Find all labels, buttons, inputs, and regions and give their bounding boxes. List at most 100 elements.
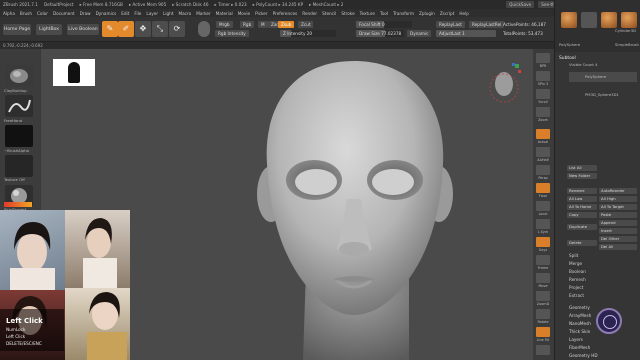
persp-button[interactable] — [536, 165, 550, 175]
alpha-selector[interactable] — [5, 125, 33, 147]
nanomesh-section[interactable]: NanoMesh — [569, 321, 591, 326]
menu-zscript[interactable]: Zscript — [440, 11, 455, 16]
subtool-title[interactable]: Subtool — [559, 56, 576, 61]
texture-selector[interactable] — [5, 155, 33, 177]
all-low-button[interactable]: All Low — [567, 196, 597, 202]
remesh-menu[interactable]: Remesh — [569, 277, 586, 282]
scroll-button[interactable] — [536, 89, 550, 99]
rename-button[interactable]: Rename — [567, 188, 597, 194]
del-all-button[interactable]: Del All — [599, 244, 637, 250]
gxyz-button[interactable] — [536, 237, 550, 247]
quicksave-button[interactable]: QuickSave — [506, 1, 535, 8]
arraymesh-section[interactable]: ArrayMesh — [569, 313, 591, 318]
thick-skin-section[interactable]: Thick Skin — [569, 329, 590, 334]
color-gradient-swatch[interactable] — [4, 202, 32, 207]
aahalf-button[interactable] — [536, 147, 550, 157]
paste-button[interactable]: Paste — [599, 212, 637, 218]
geometry-hd-section[interactable]: Geometry HD — [569, 353, 598, 358]
subtool-item-active[interactable]: PolySphere — [569, 72, 637, 82]
menu-dynamics[interactable]: Dynamics — [96, 11, 117, 16]
new-folder-button[interactable]: New Folder — [567, 173, 597, 179]
extract-menu[interactable]: Extract — [569, 293, 584, 298]
move-mode-button[interactable]: ✥ — [135, 21, 151, 37]
zsub-toggle[interactable]: Zsub — [278, 21, 295, 28]
del-other-button[interactable]: Del Other — [599, 236, 637, 242]
menu-tool[interactable]: Tool — [380, 11, 388, 16]
zoom-button[interactable] — [536, 107, 550, 117]
home-page-button[interactable]: Home Page — [3, 24, 31, 35]
polysphere-thumbnail-2[interactable] — [601, 12, 617, 28]
actual-button[interactable] — [536, 129, 550, 139]
rgb-toggle[interactable]: Rgb — [240, 21, 255, 28]
draw-mode-button[interactable]: ✐ — [118, 21, 134, 37]
frame-button[interactable] — [536, 255, 550, 265]
menu-draw[interactable]: Draw — [80, 11, 91, 16]
all-to-home-button[interactable]: All To Home — [567, 204, 597, 210]
menu-help[interactable]: Help — [459, 11, 469, 16]
layers-section[interactable]: Layers — [569, 337, 583, 342]
rotate-mode-button[interactable]: ⟳ — [169, 21, 185, 37]
scale-mode-button[interactable]: ⤡ — [152, 21, 168, 37]
local-button[interactable] — [536, 201, 550, 211]
append-button[interactable]: Append — [599, 220, 637, 226]
geometry-section[interactable]: Geometry — [569, 305, 590, 310]
menu-stencil[interactable]: Stencil — [322, 11, 336, 16]
menu-movie[interactable]: Movie — [238, 11, 250, 16]
spix-button[interactable] — [536, 71, 550, 81]
move-view-button[interactable] — [536, 273, 550, 283]
replay-last-button[interactable]: ReplayLast — [436, 21, 465, 28]
m-toggle[interactable]: M — [258, 21, 268, 28]
polyf-button[interactable] — [536, 345, 550, 355]
menu-document[interactable]: Document — [53, 11, 75, 16]
split-menu[interactable]: Split — [569, 253, 578, 258]
subtool-item[interactable]: PM3D_Sphere3D1 — [569, 88, 637, 102]
zoom-d-button[interactable] — [536, 291, 550, 301]
menu-picker[interactable]: Picker — [255, 11, 267, 16]
lightbox-button[interactable]: LightBox — [36, 24, 62, 35]
merge-menu[interactable]: Merge — [569, 261, 582, 266]
rgb-intensity-slider[interactable]: Rgb Intensity — [215, 30, 249, 37]
menu-alpha[interactable]: Alpha — [3, 11, 15, 16]
fibermesh-section[interactable]: FiberMesh — [569, 345, 590, 350]
menu-layer[interactable]: Layer — [146, 11, 158, 16]
menu-marker[interactable]: Marker — [196, 11, 210, 16]
rotate-view-button[interactable] — [536, 309, 550, 319]
delete-button[interactable]: Delete — [567, 240, 597, 246]
mrgb-toggle[interactable]: Mrgb — [216, 21, 233, 28]
simplebrush-thumbnail[interactable] — [621, 12, 637, 28]
list-all-button[interactable]: List All — [567, 165, 597, 171]
edit-mode-button[interactable]: ✎ — [102, 21, 118, 37]
adjust-last-slider[interactable]: AdjustLast 1 — [436, 30, 496, 37]
project-menu[interactable]: Project — [569, 285, 583, 290]
menu-transform[interactable]: Transform — [393, 11, 414, 16]
menu-color[interactable]: Color — [37, 11, 48, 16]
lsym-button[interactable] — [536, 219, 550, 229]
menu-brush[interactable]: Brush — [20, 11, 32, 16]
floor-button[interactable] — [536, 183, 550, 193]
all-to-target-button[interactable]: All To Target — [599, 204, 637, 210]
menu-preferences[interactable]: Preferences — [273, 11, 298, 16]
navigation-gizmo[interactable] — [488, 62, 522, 108]
brush-selector[interactable] — [5, 65, 33, 87]
duplicate-button[interactable]: Duplicate — [567, 224, 597, 230]
menu-material[interactable]: Material — [216, 11, 233, 16]
insert-button[interactable]: Insert — [599, 228, 637, 234]
boolean-menu[interactable]: Boolean — [569, 269, 586, 274]
menu-render[interactable]: Render — [302, 11, 317, 16]
zcut-toggle[interactable]: Zcut — [298, 21, 314, 28]
menu-texture[interactable]: Texture — [360, 11, 375, 16]
dynamic-toggle[interactable]: Dynamic — [407, 30, 432, 37]
menu-file[interactable]: File — [134, 11, 141, 16]
menu-zplugin[interactable]: Zplugin — [419, 11, 435, 16]
cylinder-thumbnail[interactable] — [581, 12, 597, 28]
draw-size-slider[interactable]: Draw Size 77.02378 — [356, 30, 404, 37]
polysphere-thumbnail[interactable] — [561, 12, 577, 28]
live-boolean-button[interactable]: Live Boolean — [67, 24, 99, 35]
stroke-selector[interactable] — [5, 95, 33, 117]
menu-edit[interactable]: Edit — [121, 11, 129, 16]
copy-button[interactable]: Copy — [567, 212, 597, 218]
z-intensity-slider[interactable]: Z Intensity 20 — [280, 30, 336, 37]
bpr-button[interactable] — [536, 53, 550, 63]
line-fill-button[interactable] — [536, 327, 550, 337]
material-sphere-icon[interactable] — [198, 21, 210, 37]
